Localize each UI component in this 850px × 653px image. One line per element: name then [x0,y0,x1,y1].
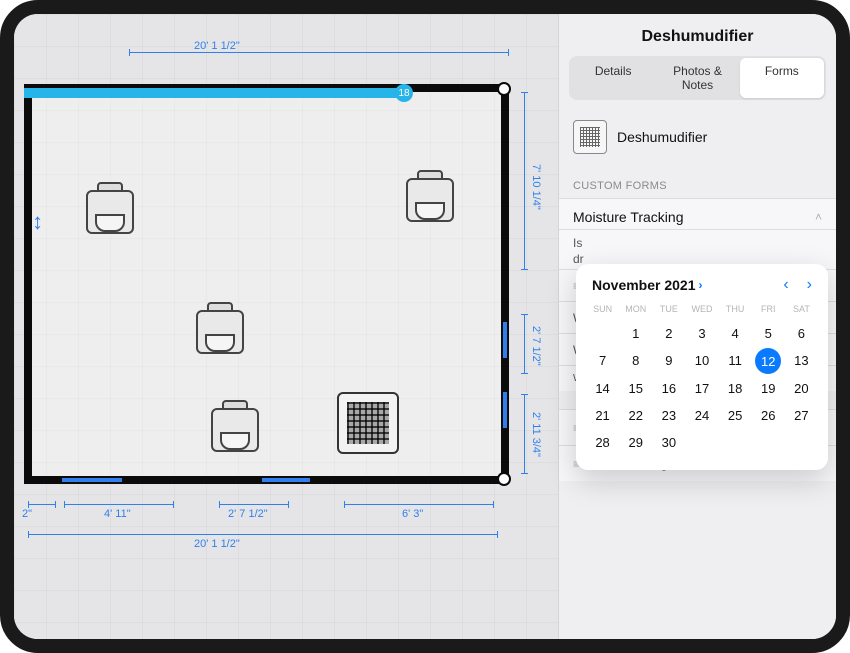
air-mover-2[interactable] [402,170,458,226]
app-screen: 20' 1 1/2" 18 ↔ [14,14,836,639]
calendar-day-14[interactable]: 14 [586,375,619,402]
ipad-frame: 20' 1 1/2" 18 ↔ [0,0,850,653]
calendar-day-2[interactable]: 2 [652,320,685,347]
tab-details[interactable]: Details [571,58,655,98]
dimension-label-right-mid: 2' 7 1/2" [530,326,542,366]
calendar-day-17[interactable]: 17 [685,375,718,402]
air-mover-4[interactable] [207,400,263,456]
calendar-month-label: November 2021 [592,277,696,293]
calendar-day-28[interactable]: 28 [586,429,619,456]
panel-title: Deshumudifier [559,14,836,56]
sensor-badge[interactable]: 18 [395,84,413,102]
chevron-right-icon: › [699,278,703,292]
corner-handle-tr[interactable] [497,82,511,96]
calendar-day-16[interactable]: 16 [652,375,685,402]
equipment-name: Deshumudifier [617,129,707,145]
weekday-label: MON [619,300,652,320]
dimension-label-b3: 2' 7 1/2" [228,508,268,520]
calendar-day-30[interactable]: 30 [652,429,685,456]
calendar-day-6[interactable]: 6 [785,320,818,347]
calendar-day-29[interactable]: 29 [619,429,652,456]
wall-marker-bottom-1[interactable] [62,478,122,482]
dimension-line-b3 [219,504,289,505]
wall-marker-bottom-2[interactable] [262,478,310,482]
calendar-month-button[interactable]: November 2021 › [592,277,703,293]
corner-handle-br[interactable] [497,472,511,486]
tab-photos-notes[interactable]: Photos & Notes [655,58,739,98]
segmented-control: Details Photos & Notes Forms [569,56,826,100]
dehumidifier-icon [573,120,607,154]
dimension-line-b2 [64,504,174,505]
wall-marker-right-1[interactable] [503,322,507,358]
dimension-line-right-mid [524,314,525,374]
dimension-label-b4: 6' 3" [402,508,423,520]
dimension-line-right-upper [524,92,525,270]
calendar-day-9[interactable]: 9 [652,347,685,375]
form-question-row[interactable]: Is dr [559,229,836,269]
calendar-next-button[interactable]: › [807,276,812,294]
calendar-day-15[interactable]: 15 [619,375,652,402]
weekday-label: THU [719,300,752,320]
calendar-day-13[interactable]: 13 [785,347,818,375]
calendar-day-24[interactable]: 24 [685,402,718,429]
calendar-day-10[interactable]: 10 [685,347,718,375]
question-text-line2: dr [573,252,584,266]
question-text-line1: Is [573,236,582,250]
dimension-line-top [129,52,509,53]
wall-marker-right-2[interactable] [503,392,507,428]
chevron-up-icon: ˄ [815,210,822,224]
calendar-day-26[interactable]: 26 [752,402,785,429]
door-swing-icon[interactable]: ↔ [28,212,54,234]
calendar-day-8[interactable]: 8 [619,347,652,375]
calendar-day-3[interactable]: 3 [685,320,718,347]
calendar-day-7[interactable]: 7 [586,347,619,375]
form-title-text: Moisture Tracking [573,209,683,225]
calendar-day-18[interactable]: 18 [719,375,752,402]
calendar-day-25[interactable]: 25 [719,402,752,429]
form-moisture-tracking[interactable]: Moisture Tracking ˄ [559,198,836,229]
dimension-label-b1: 2" [22,508,32,520]
weekday-label: SUN [586,300,619,320]
dehumidifier-unit[interactable] [337,392,399,454]
dimension-line-right-lower [524,394,525,474]
calendar-blank: . [586,320,619,347]
dimension-line-b4 [344,504,494,505]
calendar-day-20[interactable]: 20 [785,375,818,402]
dimension-line-bottom-total [28,534,498,535]
dimension-label-right-upper: 7' 10 1/4" [530,164,542,210]
calendar-day-4[interactable]: 4 [719,320,752,347]
weekday-label: TUE [652,300,685,320]
sensor-beam[interactable]: 18 [24,88,404,98]
dimension-label-top: 20' 1 1/2" [194,40,240,52]
weekday-label: FRI [752,300,785,320]
dimension-label-right-lower: 2' 11 3/4" [530,412,542,457]
air-mover-3[interactable] [192,302,248,358]
air-mover-1[interactable] [82,182,138,238]
weekday-label: SAT [785,300,818,320]
calendar-day-21[interactable]: 21 [586,402,619,429]
tab-forms[interactable]: Forms [740,58,824,98]
calendar-day-11[interactable]: 11 [719,347,752,375]
date-picker-popover: November 2021 › ‹ › SUNMONTUEWEDTHUFRISA… [576,264,828,470]
calendar-prev-button[interactable]: ‹ [783,276,788,294]
calendar-day-12[interactable]: 12 [755,348,781,374]
floorplan-canvas[interactable]: 20' 1 1/2" 18 ↔ [14,14,558,639]
calendar-grid: SUNMONTUEWEDTHUFRISAT.123456789101112131… [586,300,818,456]
calendar-day-1[interactable]: 1 [619,320,652,347]
dimension-line-b1 [28,504,56,505]
room-outline[interactable]: 18 ↔ [24,84,509,484]
calendar-day-19[interactable]: 19 [752,375,785,402]
calendar-day-22[interactable]: 22 [619,402,652,429]
calendar-day-5[interactable]: 5 [752,320,785,347]
calendar-day-23[interactable]: 23 [652,402,685,429]
weekday-label: WED [685,300,718,320]
dimension-label-bottom-total: 20' 1 1/2" [194,538,240,550]
section-custom-forms: CUSTOM FORMS [559,168,836,198]
dimension-label-b2: 4' 11" [104,508,131,520]
equipment-header: Deshumudifier [559,112,836,168]
calendar-day-27[interactable]: 27 [785,402,818,429]
